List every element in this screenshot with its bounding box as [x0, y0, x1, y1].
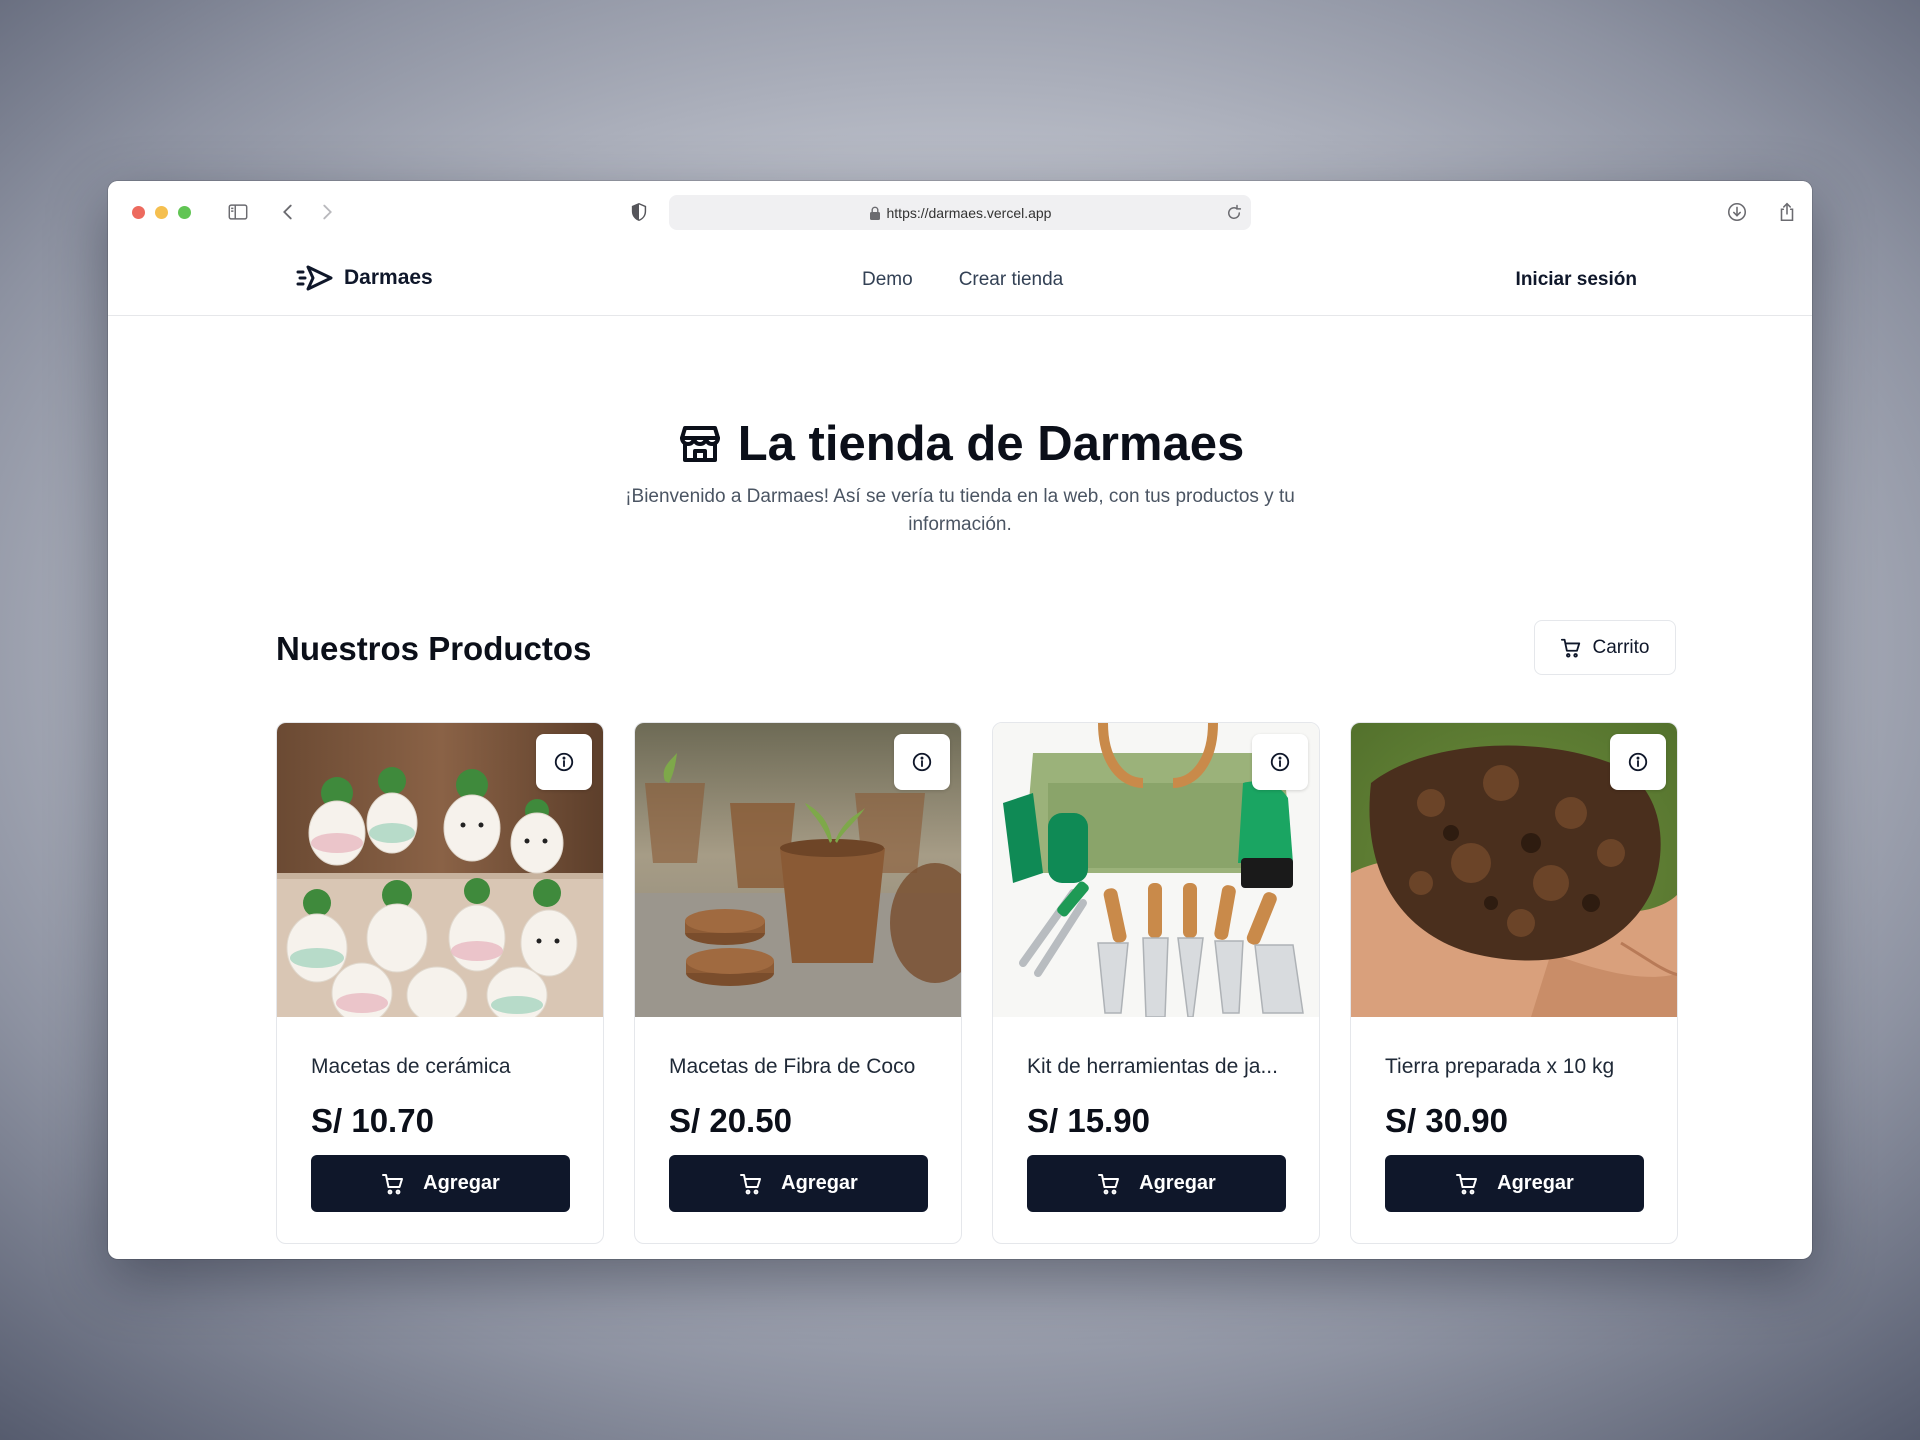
store-icon — [679, 426, 720, 462]
cart-icon — [740, 1173, 762, 1194]
browser-toolbar: https://darmaes.vercel.app — [108, 181, 1812, 243]
product-price: S/ 10.70 — [311, 1102, 434, 1139]
cart-button[interactable]: Carrito — [1534, 620, 1676, 675]
product-price: S/ 30.90 — [1385, 1102, 1508, 1139]
main-nav: Demo Crear tienda — [862, 269, 1063, 291]
product-image-coco-fiber-pots[interactable] — [635, 723, 961, 1017]
send-logo-icon — [296, 265, 333, 291]
product-grid: Macetas de cerámica S/ 10.70 Agregar Mac… — [276, 722, 1678, 1244]
cart-icon — [1098, 1173, 1120, 1194]
add-to-cart-button[interactable]: Agregar — [669, 1155, 928, 1212]
product-info-button[interactable] — [1610, 734, 1666, 790]
sidebar-toggle-icon[interactable] — [225, 199, 251, 225]
browser-window: https://darmaes.vercel.app Darmaes Demo … — [108, 181, 1812, 1259]
add-to-cart-button[interactable]: Agregar — [1385, 1155, 1644, 1212]
product-name[interactable]: Macetas de Fibra de Coco — [669, 1055, 915, 1079]
page-subtitle: ¡Bienvenido a Darmaes! Así se vería tu t… — [625, 486, 1295, 535]
product-image-ceramic-pots[interactable] — [277, 723, 603, 1017]
product-info-button[interactable] — [1252, 734, 1308, 790]
info-icon — [1628, 752, 1648, 772]
product-name[interactable]: Kit de herramientas de ja... — [1027, 1055, 1278, 1079]
brand-logo[interactable]: Darmaes — [296, 263, 433, 293]
product-price: S/ 15.90 — [1027, 1102, 1150, 1139]
product-price: S/ 20.50 — [669, 1102, 792, 1139]
brand-name: Darmaes — [344, 266, 433, 289]
share-icon[interactable] — [1774, 199, 1800, 225]
add-to-cart-label: Agregar — [1139, 1172, 1216, 1194]
cart-icon — [1561, 638, 1581, 658]
back-arrow-icon[interactable] — [275, 199, 301, 225]
url-text: https://darmaes.vercel.app — [886, 204, 1052, 221]
minimize-window-button[interactable] — [155, 206, 168, 219]
add-to-cart-label: Agregar — [1497, 1172, 1574, 1194]
window-controls — [132, 206, 191, 219]
info-icon — [554, 752, 574, 772]
add-to-cart-button[interactable]: Agregar — [311, 1155, 570, 1212]
product-name[interactable]: Macetas de cerámica — [311, 1055, 511, 1079]
page-title: La tienda de Darmaes — [676, 416, 1245, 472]
close-window-button[interactable] — [132, 206, 145, 219]
product-card: Macetas de cerámica S/ 10.70 Agregar — [276, 722, 604, 1244]
login-link[interactable]: Iniciar sesión — [1516, 269, 1637, 291]
product-image-garden-tool-kit[interactable] — [993, 723, 1319, 1017]
cart-button-label: Carrito — [1592, 636, 1650, 658]
info-icon — [1270, 752, 1290, 772]
cart-icon — [1456, 1173, 1478, 1194]
forward-arrow-icon[interactable] — [314, 199, 340, 225]
cart-icon — [382, 1173, 404, 1194]
add-to-cart-label: Agregar — [423, 1172, 500, 1194]
site-header: Darmaes Demo Crear tienda Iniciar sesión — [108, 243, 1812, 316]
product-card: Macetas de Fibra de Coco S/ 20.50 Agrega… — [634, 722, 962, 1244]
hero-section: La tienda de Darmaes ¡Bienvenido a Darma… — [108, 416, 1812, 539]
product-info-button[interactable] — [894, 734, 950, 790]
privacy-shield-icon[interactable] — [626, 199, 652, 225]
product-image-prepared-soil[interactable] — [1351, 723, 1677, 1017]
reload-icon[interactable] — [1225, 204, 1243, 222]
info-icon — [912, 752, 932, 772]
page-title-text: La tienda de Darmaes — [737, 417, 1245, 471]
add-to-cart-button[interactable]: Agregar — [1027, 1155, 1286, 1212]
zoom-window-button[interactable] — [178, 206, 191, 219]
address-bar[interactable]: https://darmaes.vercel.app — [669, 195, 1251, 230]
add-to-cart-label: Agregar — [781, 1172, 858, 1194]
nav-link-demo[interactable]: Demo — [862, 269, 913, 291]
downloads-icon[interactable] — [1724, 199, 1750, 225]
nav-link-crear-tienda[interactable]: Crear tienda — [959, 269, 1064, 291]
product-card: Tierra preparada x 10 kg S/ 30.90 Agrega… — [1350, 722, 1678, 1244]
products-heading: Nuestros Productos — [276, 630, 592, 667]
product-name[interactable]: Tierra preparada x 10 kg — [1385, 1055, 1614, 1079]
product-card: Kit de herramientas de ja... S/ 15.90 Ag… — [992, 722, 1320, 1244]
lock-icon — [869, 206, 880, 220]
product-info-button[interactable] — [536, 734, 592, 790]
